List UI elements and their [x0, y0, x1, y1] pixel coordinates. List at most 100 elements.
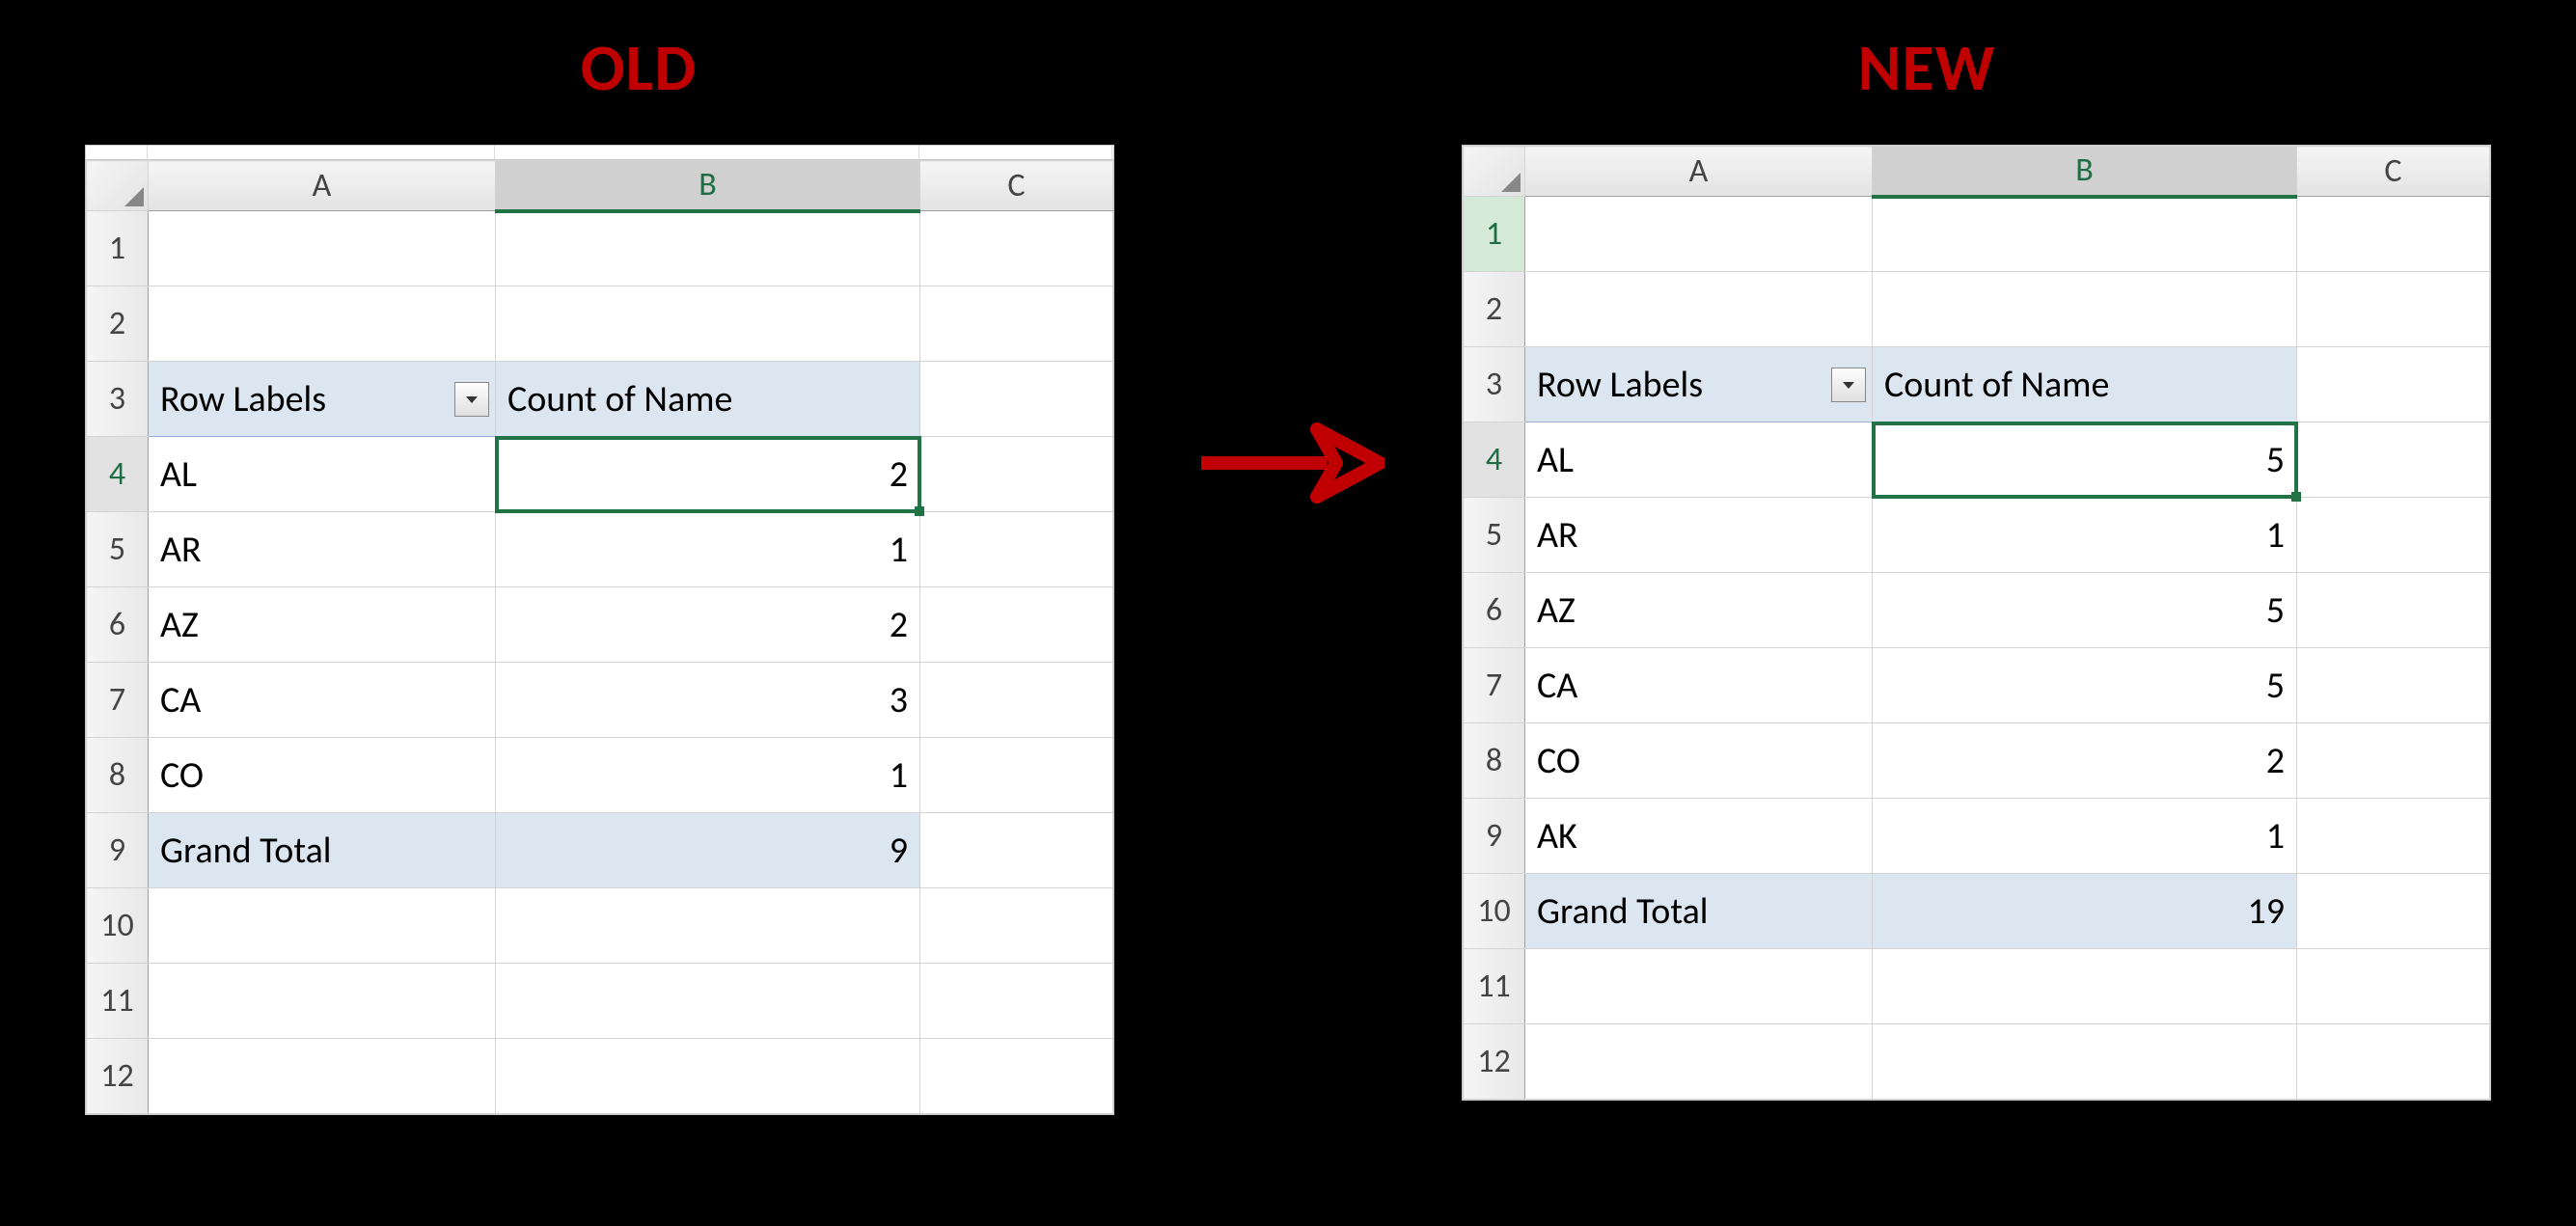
cell[interactable]	[920, 813, 1113, 888]
cell[interactable]	[496, 964, 920, 1039]
filter-dropdown-icon[interactable]	[1831, 368, 1866, 402]
cell[interactable]	[920, 587, 1113, 663]
row-header[interactable]: 1	[1464, 197, 1525, 272]
row-header[interactable]: 12	[87, 1039, 149, 1114]
cell[interactable]	[496, 286, 920, 362]
cell[interactable]	[1873, 197, 2297, 272]
row-header[interactable]: 10	[1464, 874, 1525, 949]
cell[interactable]	[1525, 197, 1873, 272]
pivot-value-selected[interactable]: 2	[496, 437, 920, 512]
pivot-row-label[interactable]: CA	[149, 663, 496, 738]
cell[interactable]	[496, 211, 920, 286]
cell[interactable]	[1873, 1024, 2297, 1100]
row-header[interactable]: 11	[1464, 949, 1525, 1024]
cell[interactable]	[1873, 949, 2297, 1024]
cell[interactable]	[1525, 1024, 1873, 1100]
row-header[interactable]: 11	[87, 964, 149, 1039]
row-header[interactable]: 2	[1464, 272, 1525, 347]
filter-dropdown-icon[interactable]	[454, 382, 489, 417]
row-header[interactable]: 4	[1464, 422, 1525, 498]
cell[interactable]	[1525, 949, 1873, 1024]
cell[interactable]	[2297, 498, 2490, 573]
col-header-C[interactable]: C	[2297, 147, 2490, 197]
row-header[interactable]: 1	[87, 211, 149, 286]
pivot-value-header[interactable]: Count of Name	[496, 362, 920, 437]
row-header[interactable]: 10	[87, 888, 149, 964]
row-header[interactable]: 6	[1464, 573, 1525, 648]
old-sheet[interactable]: A B C 1 2 3	[86, 160, 1113, 1114]
pivot-row-labels-header[interactable]: Row Labels	[1525, 347, 1873, 422]
col-header-A[interactable]: A	[1525, 147, 1873, 197]
row-header[interactable]: 3	[87, 362, 149, 437]
pivot-value[interactable]: 1	[1873, 799, 2297, 874]
cell[interactable]	[149, 888, 496, 964]
pivot-value-selected[interactable]: 5	[1873, 422, 2297, 498]
new-sheet[interactable]: A B C 1 2 3	[1463, 146, 2490, 1100]
cell[interactable]	[2297, 1024, 2490, 1100]
col-header-A[interactable]: A	[149, 161, 496, 211]
pivot-value[interactable]: 5	[1873, 573, 2297, 648]
cell[interactable]	[920, 211, 1113, 286]
row-header[interactable]: 8	[1464, 723, 1525, 799]
cell[interactable]	[920, 286, 1113, 362]
cell[interactable]	[920, 888, 1113, 964]
cell[interactable]	[2297, 347, 2490, 422]
pivot-value-header[interactable]: Count of Name	[1873, 347, 2297, 422]
cell[interactable]	[1525, 272, 1873, 347]
row-header[interactable]: 5	[87, 512, 149, 587]
pivot-grand-total-label[interactable]: Grand Total	[149, 813, 496, 888]
cell[interactable]	[149, 286, 496, 362]
cell[interactable]	[2297, 422, 2490, 498]
cell[interactable]	[2297, 723, 2490, 799]
cell[interactable]	[2297, 573, 2490, 648]
select-all-corner[interactable]	[1464, 147, 1525, 197]
row-header[interactable]: 6	[87, 587, 149, 663]
cell[interactable]	[920, 663, 1113, 738]
row-header[interactable]: 2	[87, 286, 149, 362]
pivot-row-label[interactable]: AK	[1525, 799, 1873, 874]
pivot-row-label[interactable]: CO	[149, 738, 496, 813]
cell[interactable]	[920, 362, 1113, 437]
pivot-value[interactable]: 2	[496, 587, 920, 663]
cell[interactable]	[920, 738, 1113, 813]
cell[interactable]	[2297, 272, 2490, 347]
pivot-value[interactable]: 3	[496, 663, 920, 738]
cell[interactable]	[496, 888, 920, 964]
cell[interactable]	[2297, 949, 2490, 1024]
pivot-row-label[interactable]: AZ	[149, 587, 496, 663]
pivot-row-label[interactable]: AR	[149, 512, 496, 587]
col-header-B[interactable]: B	[496, 161, 920, 211]
col-header-C[interactable]: C	[920, 161, 1113, 211]
cell[interactable]	[1873, 272, 2297, 347]
pivot-grand-total-value[interactable]: 19	[1873, 874, 2297, 949]
pivot-row-label[interactable]: AL	[1525, 422, 1873, 498]
row-header[interactable]: 3	[1464, 347, 1525, 422]
row-header[interactable]: 9	[87, 813, 149, 888]
cell[interactable]	[920, 1039, 1113, 1114]
pivot-value[interactable]: 2	[1873, 723, 2297, 799]
row-header[interactable]: 7	[1464, 648, 1525, 723]
pivot-row-label[interactable]: CO	[1525, 723, 1873, 799]
cell[interactable]	[2297, 648, 2490, 723]
pivot-row-label[interactable]: AZ	[1525, 573, 1873, 648]
cell[interactable]	[149, 211, 496, 286]
cell[interactable]	[2297, 197, 2490, 272]
cell[interactable]	[920, 964, 1113, 1039]
row-header[interactable]: 4	[87, 437, 149, 512]
select-all-corner[interactable]	[87, 161, 149, 211]
pivot-grand-total-value[interactable]: 9	[496, 813, 920, 888]
col-header-B[interactable]: B	[1873, 147, 2297, 197]
cell[interactable]	[920, 512, 1113, 587]
pivot-grand-total-label[interactable]: Grand Total	[1525, 874, 1873, 949]
row-header[interactable]: 7	[87, 663, 149, 738]
cell[interactable]	[920, 437, 1113, 512]
pivot-row-labels-header[interactable]: Row Labels	[149, 362, 496, 437]
cell[interactable]	[149, 1039, 496, 1114]
cell[interactable]	[2297, 799, 2490, 874]
pivot-value[interactable]: 5	[1873, 648, 2297, 723]
pivot-value[interactable]: 1	[1873, 498, 2297, 573]
pivot-value[interactable]: 1	[496, 738, 920, 813]
cell[interactable]	[2297, 874, 2490, 949]
cell[interactable]	[149, 964, 496, 1039]
row-header[interactable]: 12	[1464, 1024, 1525, 1100]
